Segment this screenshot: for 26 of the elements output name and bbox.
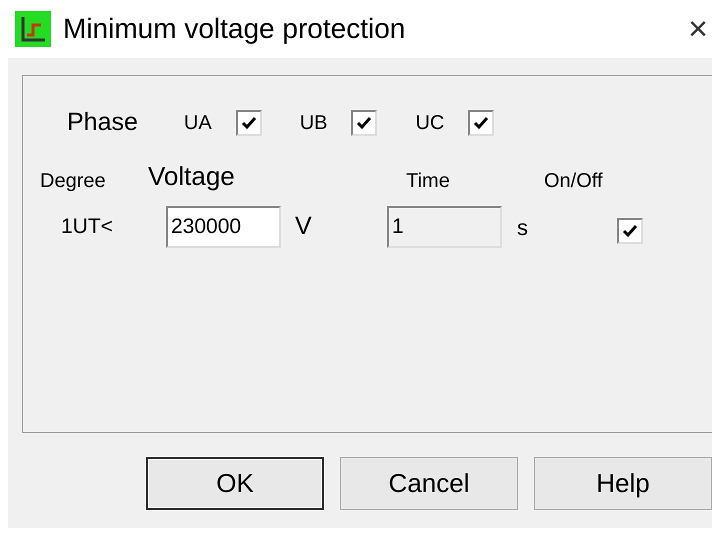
checkbox[interactable] (617, 218, 643, 244)
checkmark-icon (473, 116, 490, 130)
time-header: Time (405, 169, 451, 194)
checkmark-icon (356, 116, 372, 130)
window-title: Minimum voltage protection (63, 12, 406, 46)
phase-label: UC (415, 111, 444, 136)
unit-label: s (517, 214, 529, 242)
voltage-field[interactable]: 230000 (166, 206, 281, 248)
close-button[interactable]: × (686, 12, 710, 46)
voltage-header: Voltage (148, 160, 236, 193)
degree-header: Degree (40, 169, 107, 194)
checkmark-icon (622, 224, 638, 238)
checkbox[interactable] (351, 110, 378, 136)
checkmark-icon (240, 116, 257, 130)
on-off-header: On/Off (544, 169, 603, 194)
degree-cell-text: 1UT< (61, 214, 114, 240)
dialog-button[interactable]: OK (146, 457, 324, 510)
phase-label: Phase (67, 107, 138, 138)
checkbox[interactable] (236, 110, 262, 136)
phase-label: UB (300, 111, 328, 136)
checkbox[interactable] (468, 110, 494, 136)
dialog-button[interactable]: Help (534, 457, 712, 510)
dialog-button[interactable]: Cancel (340, 457, 518, 510)
phase-label: UA (184, 111, 212, 136)
app-icon (15, 11, 51, 47)
unit-label: V (295, 211, 313, 242)
